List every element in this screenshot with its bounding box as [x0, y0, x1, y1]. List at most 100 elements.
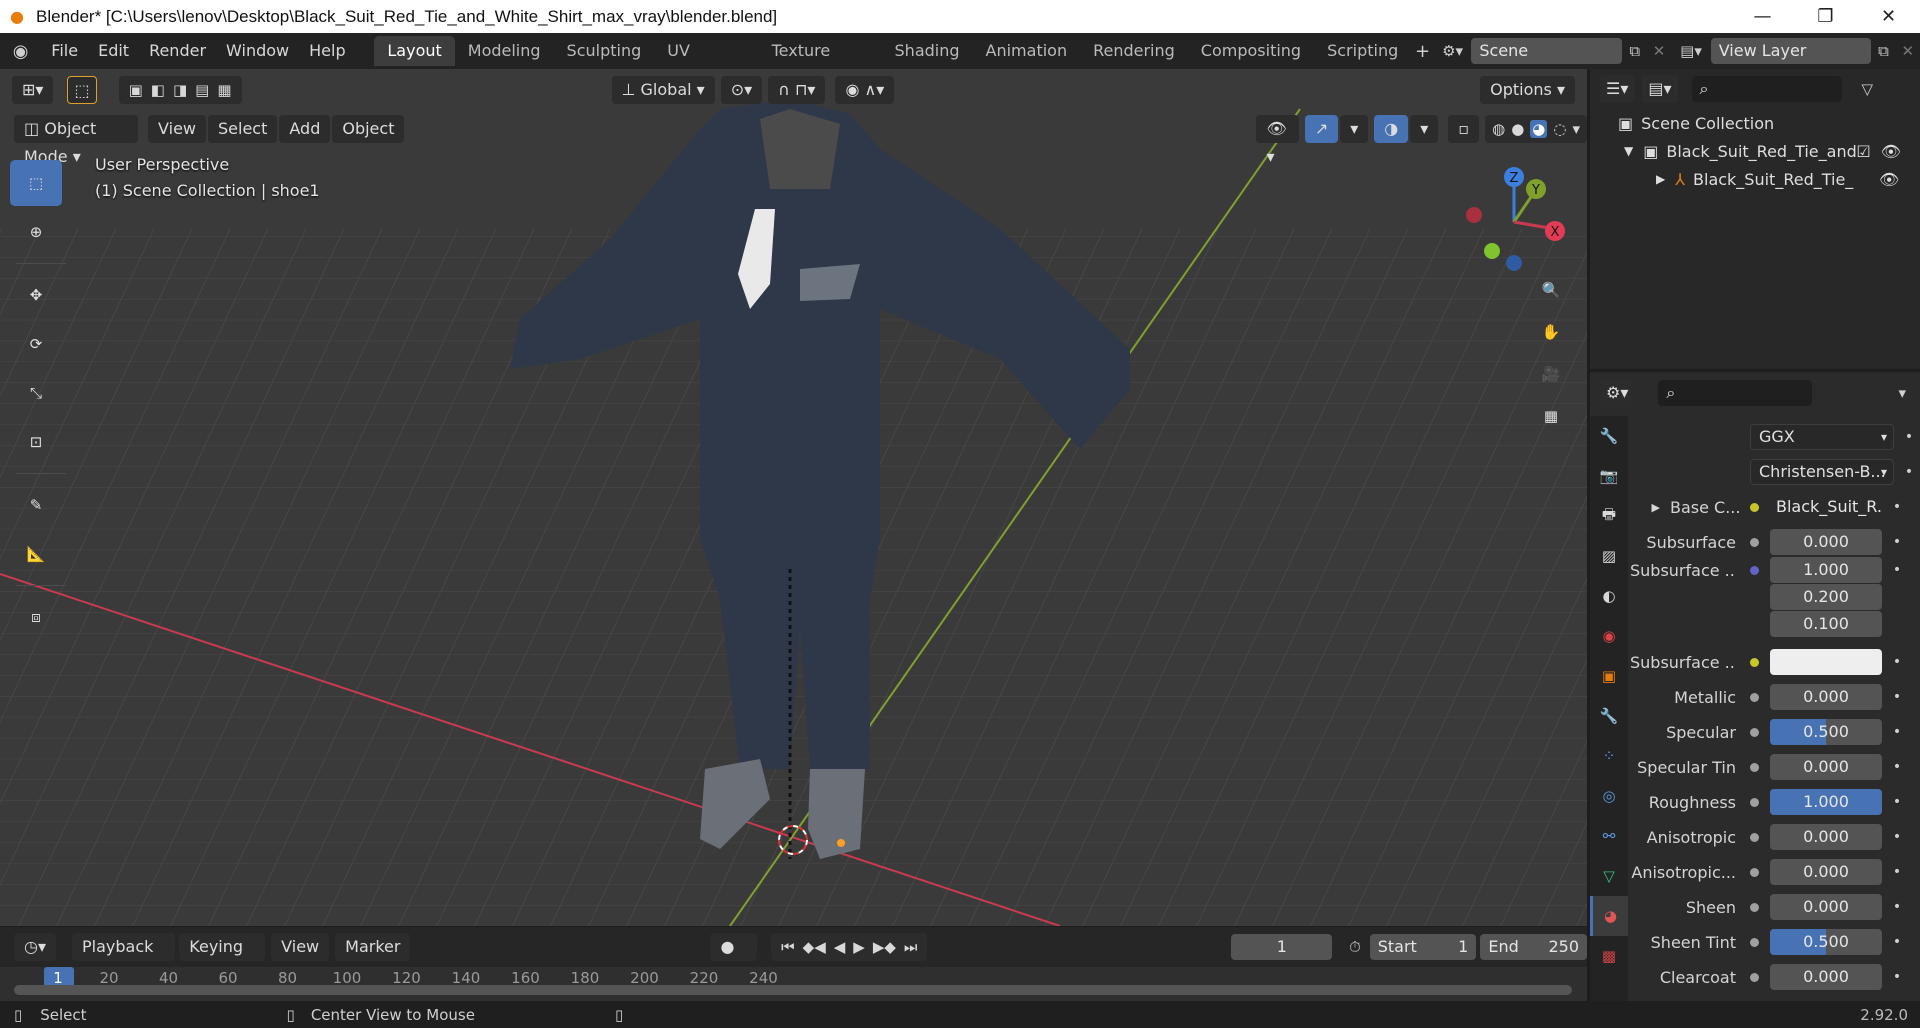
menu-add[interactable]: Add — [279, 115, 331, 143]
socket-icon[interactable] — [1746, 759, 1762, 775]
object-tab-icon[interactable]: ▣ — [1590, 656, 1628, 696]
tool-tab-icon[interactable]: 🔧 — [1590, 416, 1628, 456]
play-reverse-icon[interactable]: ◀ — [834, 938, 846, 956]
jump-start-icon[interactable]: ⏮ — [781, 938, 795, 956]
texture-tab-icon[interactable]: ▩ — [1590, 936, 1628, 976]
animate-dot-icon[interactable]: • — [1888, 934, 1906, 950]
measure-tool[interactable]: 📐 — [10, 531, 62, 577]
start-frame-field[interactable]: Start 1 — [1369, 934, 1477, 960]
close-button[interactable]: ✕ — [1857, 0, 1920, 33]
data-tab-icon[interactable]: ▽ — [1590, 856, 1628, 896]
particles-tab-icon[interactable]: ⁘ — [1590, 736, 1628, 776]
shading-dropdown-icon[interactable]: ▾ — [1572, 120, 1580, 138]
rotate-tool[interactable]: ⟳ — [10, 321, 62, 367]
socket-icon[interactable] — [1746, 934, 1762, 950]
transform-tool[interactable]: ⊡ — [10, 419, 62, 465]
socket-icon[interactable] — [1746, 864, 1762, 880]
view-layer-field[interactable]: View Layer — [1710, 38, 1872, 64]
menu-timeline-view[interactable]: View — [271, 933, 330, 961]
maximize-button[interactable]: ❐ — [1794, 0, 1857, 33]
rendered-shading-icon[interactable]: ◌ — [1553, 120, 1566, 138]
new-view-layer-icon[interactable]: ⧉ — [1871, 36, 1895, 66]
outliner-item-collection[interactable]: ▼ ▣ Black_Suit_Red_Tie_and_ ☑ 👁 — [1590, 137, 1920, 165]
expand-arrow-icon[interactable]: ▼ — [1624, 144, 1633, 158]
property-value-field[interactable]: 0.000 — [1770, 859, 1882, 885]
transform-orientation-dropdown[interactable]: ⊥ Global ▾ — [611, 76, 715, 104]
filter-icon[interactable]: ▽ — [1862, 80, 1874, 98]
navigation-gizmo[interactable]: Z Y X — [1458, 159, 1578, 279]
menu-edit[interactable]: Edit — [88, 36, 139, 66]
zoom-icon[interactable]: 🔍 — [1533, 272, 1569, 308]
orthographic-grid-icon[interactable]: ▦ — [1533, 398, 1569, 434]
outliner-item-object[interactable]: ▶ ⅄ Black_Suit_Red_Tie_ 👁 — [1590, 165, 1920, 193]
eye-icon[interactable]: 👁 — [1881, 142, 1901, 161]
animate-dot-icon[interactable]: • — [1888, 864, 1906, 880]
eye-icon[interactable]: 👁 — [1879, 170, 1899, 189]
cursor-tool[interactable]: ⊕ — [10, 209, 62, 255]
socket-icon[interactable] — [1746, 724, 1762, 740]
tab-animation[interactable]: Animation — [973, 36, 1081, 66]
blender-menu-icon[interactable]: ◉ — [0, 36, 41, 66]
options-dropdown[interactable]: Options ▾ — [1480, 76, 1575, 104]
animate-dot-icon[interactable]: • — [1888, 794, 1906, 810]
overlays-dropdown-icon[interactable]: ▾ — [1410, 115, 1439, 143]
property-value-field[interactable]: 1.000 — [1770, 557, 1882, 583]
outliner-editor-icon[interactable]: ☰▾ — [1600, 75, 1635, 103]
outliner-scene-collection[interactable]: ▣ Scene Collection — [1590, 109, 1920, 137]
property-value-field[interactable]: 0.100 — [1770, 611, 1882, 637]
tab-scripting[interactable]: Scripting — [1314, 36, 1411, 66]
property-value-field[interactable]: 0.000 — [1770, 684, 1882, 710]
animate-dot-icon[interactable]: • — [1888, 562, 1906, 578]
gizmo-neg-x-axis[interactable] — [1466, 207, 1482, 223]
overlays-toggle-icon[interactable]: ◑ — [1374, 115, 1409, 143]
base-color-texture-field[interactable]: Black_Suit_R... — [1770, 494, 1882, 520]
proportional-editing-icon[interactable]: ◉ ∧▾ — [835, 76, 895, 104]
next-keyframe-icon[interactable]: ▶◆ — [873, 938, 896, 956]
select-invert-icon[interactable]: ▦ — [217, 81, 231, 99]
3d-viewport[interactable]: ⊞▾ ⬚ ▣ ◧ ◨ ▤ ▦ ⊥ Global ▾ ⊙▾ ∩ ⊓▾ ◉ ∧▾ O… — [0, 69, 1587, 926]
scene-selector-icon[interactable]: ⚙▾ — [1434, 36, 1472, 66]
property-value-field[interactable]: 0.500 — [1770, 719, 1882, 745]
stopwatch-icon[interactable]: ⏱ — [1340, 933, 1370, 961]
tab-modeling[interactable]: Modeling — [455, 36, 554, 66]
render-tab-icon[interactable]: 📷 — [1590, 456, 1628, 496]
animate-dot-icon[interactable]: • — [1888, 654, 1906, 670]
tab-layout[interactable]: Layout — [374, 36, 455, 66]
select-subtract-icon[interactable]: ◨ — [173, 81, 187, 99]
display-mode-icon[interactable]: ▤▾ — [1642, 75, 1678, 103]
animate-dot-icon[interactable]: • — [1888, 969, 1906, 985]
timeline-editor-icon[interactable]: ◷▾ — [14, 933, 56, 961]
property-value-field[interactable]: 0.000 — [1770, 824, 1882, 850]
add-workspace-icon[interactable]: + — [1411, 36, 1434, 66]
menu-select[interactable]: Select — [208, 115, 278, 143]
scale-tool[interactable]: ⤡ — [10, 370, 62, 416]
animate-dot-icon[interactable]: • — [1900, 464, 1918, 480]
gizmo-toggle-icon[interactable]: ↗ — [1304, 115, 1339, 143]
property-value-field[interactable]: 0.000 — [1770, 754, 1882, 780]
tab-rendering[interactable]: Rendering — [1080, 36, 1188, 66]
animate-dot-icon[interactable]: • — [1900, 429, 1918, 445]
scene-tab-icon[interactable]: ◐ — [1590, 576, 1628, 616]
gizmo-neg-y-axis[interactable] — [1484, 243, 1500, 259]
new-scene-icon[interactable]: ⧉ — [1622, 36, 1646, 66]
animate-dot-icon[interactable]: • — [1888, 534, 1906, 550]
socket-icon[interactable] — [1746, 899, 1762, 915]
menu-view[interactable]: View — [148, 115, 207, 143]
delete-view-layer-icon[interactable]: ✕ — [1896, 36, 1920, 66]
menu-file[interactable]: File — [41, 36, 88, 66]
world-tab-icon[interactable]: ◉ — [1590, 616, 1628, 656]
prev-keyframe-icon[interactable]: ◆◀ — [803, 938, 826, 956]
properties-editor-icon[interactable]: ⚙▾ — [1600, 379, 1635, 407]
constraints-tab-icon[interactable]: ⚯ — [1590, 816, 1628, 856]
play-icon[interactable]: ▶ — [853, 938, 865, 956]
material-tab-icon[interactable]: ◕ — [1590, 896, 1628, 936]
move-tool[interactable]: ✥ — [10, 272, 62, 318]
property-value-field[interactable] — [1770, 649, 1882, 675]
tab-texture-paint[interactable]: Texture Paint — [759, 36, 882, 90]
menu-render[interactable]: Render — [139, 36, 216, 66]
solid-shading-icon[interactable]: ● — [1511, 120, 1524, 138]
socket-icon[interactable] — [1746, 794, 1762, 810]
gizmo-dropdown-icon[interactable]: ▾ — [1340, 115, 1369, 143]
timeline-scrollbar[interactable] — [14, 985, 1572, 995]
expand-arrow-icon[interactable]: ▶ — [1630, 501, 1660, 514]
